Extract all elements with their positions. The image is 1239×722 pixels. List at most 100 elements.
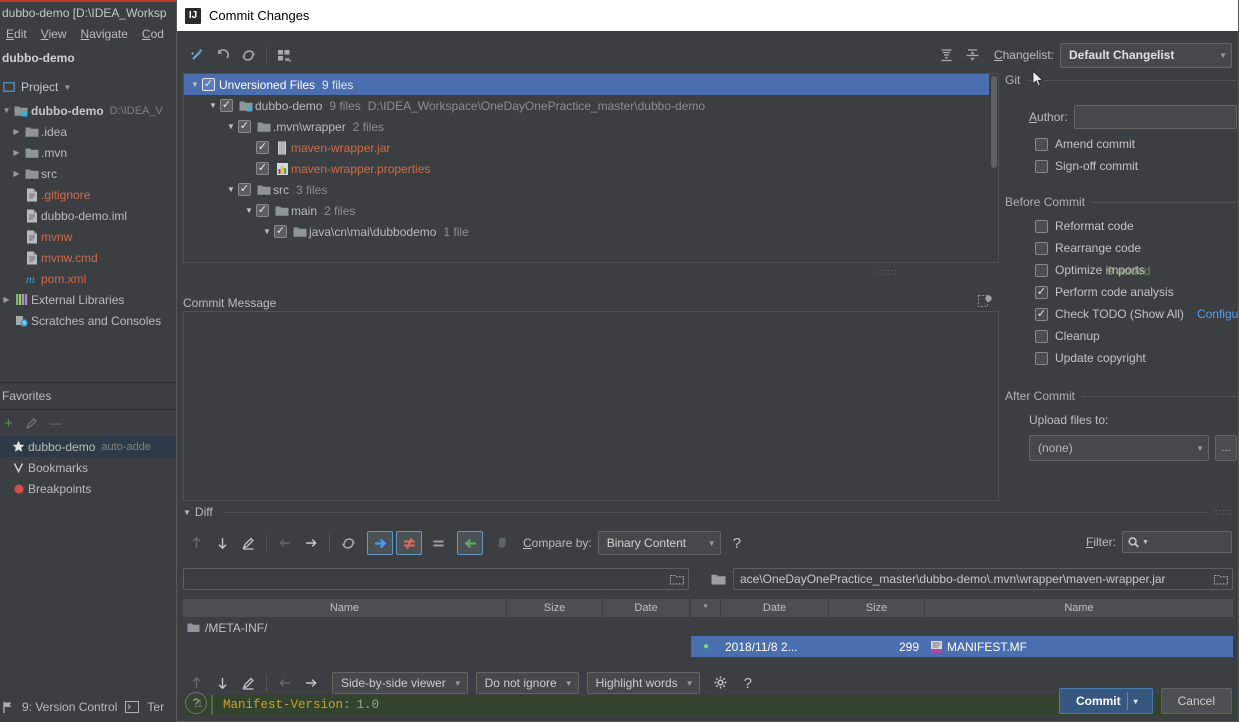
changes-tree-row[interactable]: ✓ maven-wrapper.properties	[184, 158, 998, 179]
diff-help-icon[interactable]: ?	[733, 535, 741, 552]
ide-tree-item[interactable]: ▶ .mvn	[0, 142, 180, 163]
before-commit-checkbox-optimize-imports[interactable]: Optimize imports	[1005, 263, 1237, 277]
arrow-right-icon[interactable]	[298, 671, 324, 695]
show-difference-icon[interactable]	[396, 531, 422, 555]
tree-expand-arrow[interactable]: ▶	[10, 148, 23, 157]
arrow-left-icon[interactable]	[272, 671, 298, 695]
before-commit-checkbox-reformat-code[interactable]: Reformat code	[1005, 219, 1237, 233]
filter-hand-icon[interactable]	[489, 531, 515, 555]
row-checkbox[interactable]: ✓	[220, 99, 233, 112]
column-header-date[interactable]: Date	[721, 599, 829, 617]
before-commit-checkbox-perform-code-analysis[interactable]: ✓ Perform code analysis	[1005, 285, 1237, 299]
before-commit-checkbox-check-todo-show-all[interactable]: ✓ Check TODO (Show All) Configur	[1005, 307, 1238, 321]
chevron-down-icon[interactable]: ▼	[63, 83, 71, 92]
favorites-list[interactable]: dubbo-demo auto-adde Bookmarks Breakpoints	[0, 436, 180, 499]
remove-favorite-icon[interactable]: —	[50, 416, 62, 430]
commit-message-input[interactable]	[183, 311, 999, 501]
favorites-toolbar[interactable]: + —	[0, 412, 180, 434]
magic-wand-icon[interactable]	[183, 43, 209, 67]
diff-bottom-help-icon[interactable]: ?	[744, 675, 752, 692]
checkbox-box[interactable]	[1035, 241, 1048, 255]
ide-tree-item[interactable]: Scratches and Consoles	[0, 310, 180, 331]
checkbox-box[interactable]: ✓	[1035, 307, 1048, 321]
ide-tree-item[interactable]: mvnw	[0, 226, 180, 247]
chevron-down-icon[interactable]: ▾	[1134, 697, 1146, 706]
checkbox-box[interactable]: ✓	[1035, 285, 1048, 299]
arrow-right-icon[interactable]	[298, 531, 324, 555]
cancel-button[interactable]: Cancel	[1160, 688, 1232, 714]
git-checkbox-amend-commit[interactable]: Amend commit	[1005, 137, 1237, 151]
status-version-control-label[interactable]: 9: Version Control	[22, 700, 117, 714]
revert-icon[interactable]	[209, 43, 235, 67]
edit-source-icon[interactable]	[235, 671, 261, 695]
tree-expand-arrow[interactable]: ▶	[10, 127, 23, 136]
changes-tree-row[interactable]: ▼ ✓ src 3 files	[184, 179, 998, 200]
configure-link[interactable]: Configur	[1197, 307, 1238, 321]
collapse-all-icon[interactable]	[960, 43, 986, 67]
tree-expand-arrow[interactable]: ▼	[242, 206, 256, 215]
checkbox-box[interactable]	[1035, 137, 1048, 151]
commit-button[interactable]: Commit ▾	[1058, 688, 1153, 714]
project-tool-window-header[interactable]: Project ▼	[0, 76, 180, 98]
tree-expand-arrow[interactable]: ▼	[260, 227, 274, 236]
compare-by-combo[interactable]: Binary Content ▼	[597, 531, 721, 555]
ide-tree-item[interactable]: ▶ src	[0, 163, 180, 184]
row-checkbox[interactable]: ✓	[202, 78, 215, 91]
ide-tree-item[interactable]: ▶ External Libraries	[0, 289, 180, 310]
synchronize-icon[interactable]	[335, 531, 361, 555]
left-table-row[interactable]: /META-INF/	[183, 617, 689, 638]
tree-splitter-handle[interactable]: ::::::	[877, 267, 898, 277]
changes-tree-row[interactable]: ▼ ✓ dubbo-demo 9 files D:\IDEA_Workspace\One…	[184, 95, 998, 116]
column-header-name[interactable]: Name	[183, 599, 507, 617]
ide-tree-item[interactable]: mvnw.cmd	[0, 247, 180, 268]
ide-menu-bar[interactable]: Edit View Navigate Cod	[0, 24, 180, 44]
menu-item-view[interactable]: View	[41, 27, 67, 41]
browse-upload-target-button[interactable]: ...	[1215, 435, 1237, 461]
group-by-icon[interactable]	[272, 43, 298, 67]
refresh-icon[interactable]	[235, 43, 261, 67]
menu-item-edit[interactable]: Edit	[6, 27, 27, 41]
changes-tree-row[interactable]: ▼ ✓ main 2 files	[184, 200, 998, 221]
changes-tree-row[interactable]: ✓ maven-wrapper.jar	[184, 137, 998, 158]
tree-expand-arrow[interactable]: ▼	[224, 122, 238, 131]
checkbox-box[interactable]	[1035, 351, 1048, 365]
changes-tree-row[interactable]: ▼ ✓ Unversioned Files 9 files	[184, 74, 998, 95]
column-header-marker[interactable]: *	[691, 599, 721, 617]
changes-file-tree[interactable]: ▼ ✓ Unversioned Files 9 files ▼ ✓ dubbo-demo 9 …	[183, 73, 999, 263]
next-difference-icon[interactable]	[209, 671, 235, 695]
checkbox-box[interactable]	[1035, 263, 1048, 277]
show-equal-icon[interactable]	[425, 531, 451, 555]
add-favorite-icon[interactable]: +	[4, 416, 13, 431]
changes-tree-row[interactable]: ▼ ✓ .mvn\wrapper 2 files	[184, 116, 998, 137]
ide-status-bar[interactable]: 9: Version Control Ter	[0, 692, 180, 722]
row-checkbox[interactable]: ✓	[256, 162, 269, 175]
gear-icon[interactable]	[708, 671, 734, 695]
column-header-date[interactable]: Date	[603, 599, 689, 617]
checkbox-box[interactable]	[1035, 159, 1048, 173]
upload-target-combo[interactable]: (none) ▼	[1029, 435, 1209, 461]
column-header-size[interactable]: Size	[829, 599, 925, 617]
favorites-item[interactable]: dubbo-demo auto-adde	[0, 436, 180, 457]
previous-difference-icon[interactable]	[183, 531, 209, 555]
ide-tree-item[interactable]: ▶ .idea	[0, 121, 180, 142]
changes-tree-row[interactable]: ▼ ✓ java\cn\mai\dubbodemo 1 file	[184, 221, 998, 242]
row-checkbox[interactable]: ✓	[238, 120, 251, 133]
author-input[interactable]	[1073, 105, 1237, 129]
row-checkbox[interactable]: ✓	[256, 204, 269, 217]
tree-expand-arrow[interactable]: ▼	[0, 106, 13, 115]
git-checkbox-sign-off-commit[interactable]: Sign-off commit	[1005, 159, 1237, 173]
chevron-down-icon[interactable]: ▼	[183, 508, 191, 517]
arrow-left-icon[interactable]	[272, 531, 298, 555]
ide-tree-item[interactable]: dubbo-demo.iml	[0, 205, 180, 226]
ide-tree-item[interactable]: m pom.xml	[0, 268, 180, 289]
before-commit-checkbox-cleanup[interactable]: Cleanup	[1005, 329, 1237, 343]
ide-tree-item[interactable]: .gitignore	[0, 184, 180, 205]
left-path-field[interactable]	[183, 568, 689, 590]
row-checkbox[interactable]: ✓	[256, 141, 269, 154]
viewer-mode-combo[interactable]: Side-by-side viewer ▼	[332, 672, 468, 694]
before-commit-checkbox-update-copyright[interactable]: Update copyright	[1005, 351, 1237, 365]
ide-project-tree[interactable]: ▼ dubbo-demo D:\IDEA_V ▶ .idea ▶ .mvn ▶ src .giti…	[0, 100, 180, 331]
edit-source-icon[interactable]	[235, 531, 261, 555]
column-header-size[interactable]: Size	[507, 599, 603, 617]
commit-message-history-icon[interactable]	[977, 293, 993, 309]
